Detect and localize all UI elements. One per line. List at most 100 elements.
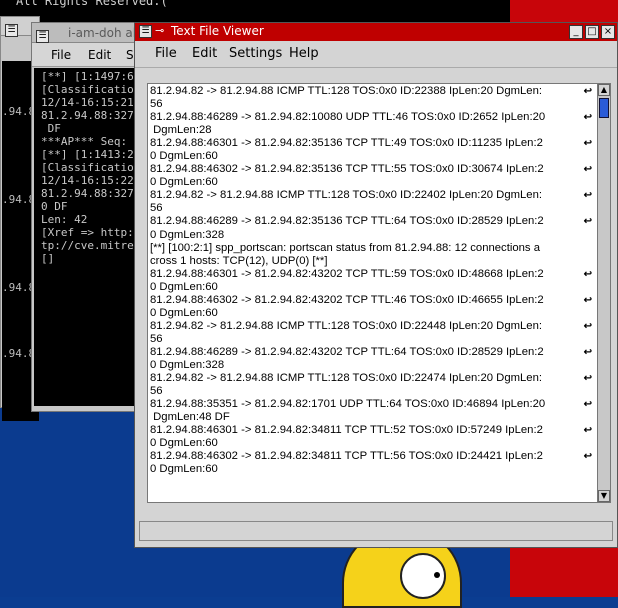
log-line: 81.2.94.82 -> 81.2.94.88 ICMP TTL:128 TO… xyxy=(150,85,598,98)
log-line: 81.2.94.82 -> 81.2.94.88 ICMP TTL:128 TO… xyxy=(150,319,598,333)
log-line-text: 0 DgmLen:60 xyxy=(150,150,218,163)
titlebar[interactable]: ☰ ⊸ Text File Viewer _ □ × xyxy=(135,23,617,41)
log-line-text: 0 DgmLen:328 xyxy=(150,358,225,371)
line-wrap-icon: ↩ xyxy=(583,86,592,97)
window-menu-icon[interactable]: ☰ xyxy=(5,24,18,37)
log-line: 56 xyxy=(150,202,598,215)
menu-help[interactable]: Help xyxy=(289,46,319,61)
log-line-text: 81.2.94.88:46289 -> 81.2.94.82:35136 TCP… xyxy=(150,215,544,228)
log-line-text: 0 DgmLen:60 xyxy=(150,437,218,450)
pin-icon[interactable]: ⊸ xyxy=(155,24,164,37)
log-line: 0 DgmLen:60 xyxy=(150,437,598,450)
terminal-line: [Xref => http: xyxy=(41,226,134,239)
status-bar xyxy=(139,521,613,541)
line-wrap-icon: ↩ xyxy=(583,190,592,202)
vertical-scrollbar[interactable]: ▲ ▼ xyxy=(597,83,611,503)
log-line: 56 xyxy=(150,332,598,346)
minimize-icon[interactable]: _ xyxy=(569,25,583,39)
line-wrap-icon: ↩ xyxy=(583,164,592,176)
terminal-line: 12/14-16:15:22 xyxy=(41,174,134,187)
log-line-text: 0 DgmLen:60 xyxy=(150,306,218,319)
menu-file[interactable]: File xyxy=(155,46,177,61)
middle-window-title: i-am-doh al xyxy=(68,26,137,40)
log-line-text: 0 DgmLen:328 xyxy=(150,228,225,241)
log-line: 81.2.94.88:46301 -> 81.2.94.82:35136 TCP… xyxy=(150,137,598,150)
menu-edit[interactable]: Edit xyxy=(192,46,217,61)
terminal-line: 12/14-16:15:21 xyxy=(41,96,134,109)
menu-file[interactable]: File xyxy=(51,48,71,62)
log-line-text: 81.2.94.88:46289 -> 81.2.94.82:10080 UDP… xyxy=(150,111,546,124)
terminal-line: [**] [1:1497:6 xyxy=(41,70,134,83)
log-line-text: 56 xyxy=(150,385,163,398)
line-wrap-icon: ↩ xyxy=(583,268,592,280)
log-line: 81.2.94.88:46302 -> 81.2.94.82:43202 TCP… xyxy=(150,293,598,307)
log-line: 81.2.94.88:35351 -> 81.2.94.82:1701 UDP … xyxy=(150,398,598,411)
log-line-text: 81.2.94.88:46301 -> 81.2.94.82:35136 TCP… xyxy=(150,137,543,150)
middle-terminal-window[interactable]: ☰ i-am-doh al File Edit S [**] [1:1497:6… xyxy=(31,22,143,412)
log-line: 81.2.94.88:46302 -> 81.2.94.82:35136 TCP… xyxy=(150,163,598,176)
line-wrap-icon: ↩ xyxy=(583,138,592,150)
line-wrap-icon: ↩ xyxy=(583,216,592,228)
log-line: 81.2.94.88:46302 -> 81.2.94.82:34811 TCP… xyxy=(150,450,598,463)
middle-terminal-titlebar[interactable]: ☰ i-am-doh al xyxy=(32,23,142,43)
window-controls: _ □ × xyxy=(569,25,615,39)
log-line-text: 81.2.94.82 -> 81.2.94.88 ICMP TTL:128 TO… xyxy=(150,372,542,385)
log-line: 56 xyxy=(150,98,598,111)
log-content: 81.2.94.82 -> 81.2.94.88 ICMP TTL:128 TO… xyxy=(150,85,598,476)
log-line: 0 DgmLen:60 xyxy=(150,463,598,476)
log-line-text: 81.2.94.88:46302 -> 81.2.94.82:35136 TCP… xyxy=(150,163,544,176)
terminal-line: [] xyxy=(41,252,55,265)
log-line: 0 DgmLen:60 xyxy=(150,306,598,320)
line-wrap-icon: ↩ xyxy=(583,346,592,358)
log-line: 81.2.94.88:46301 -> 81.2.94.82:34811 TCP… xyxy=(150,424,598,437)
terminal-line: DF xyxy=(41,122,61,135)
log-line-text: DgmLen:48 DF xyxy=(150,411,230,424)
log-line-text: [**] [100:2:1] spp_portscan: portscan st… xyxy=(150,241,540,254)
window-menu-icon[interactable]: ☰ xyxy=(36,30,49,43)
terminal-line: tp://cve.mitre xyxy=(41,239,134,252)
log-line: 0 DgmLen:60 xyxy=(150,150,598,163)
terminal-line: 81.2.94.88:327 xyxy=(41,187,134,200)
log-line-text: 81.2.94.88:46289 -> 81.2.94.82:43202 TCP… xyxy=(150,345,544,358)
log-line-text: 56 xyxy=(150,202,163,215)
log-line-text: 81.2.94.88:46302 -> 81.2.94.82:43202 TCP… xyxy=(150,293,544,306)
log-line: [**] [100:2:1] spp_portscan: portscan st… xyxy=(150,241,598,255)
log-line: 81.2.94.88:46289 -> 81.2.94.82:35136 TCP… xyxy=(150,215,598,228)
log-line: 0 DgmLen:60 xyxy=(150,176,598,189)
log-line-text: 56 xyxy=(150,332,163,345)
log-line: 81.2.94.88:46289 -> 81.2.94.82:43202 TCP… xyxy=(150,345,598,359)
log-line: cross 1 hosts: TCP(12), UDP(0) [**] xyxy=(150,255,598,268)
window-menu-icon[interactable]: ☰ xyxy=(139,25,152,38)
log-line: 81.2.94.88:46289 -> 81.2.94.82:10080 UDP… xyxy=(150,111,598,124)
close-icon[interactable]: × xyxy=(601,25,615,39)
scrollbar-thumb[interactable] xyxy=(599,98,609,118)
wallpaper-homer-pupil xyxy=(434,572,440,578)
log-line: 81.2.94.82 -> 81.2.94.88 ICMP TTL:128 TO… xyxy=(150,189,598,202)
log-line-text: 81.2.94.82 -> 81.2.94.88 ICMP TTL:128 TO… xyxy=(150,189,542,202)
scroll-up-icon[interactable]: ▲ xyxy=(598,84,610,96)
log-line-text: 81.2.94.82 -> 81.2.94.88 ICMP TTL:128 TO… xyxy=(150,319,542,332)
log-line: DgmLen:28 xyxy=(150,124,598,137)
line-wrap-icon: ↩ xyxy=(583,425,592,437)
line-wrap-icon: ↩ xyxy=(583,451,592,463)
log-line-text: 0 DgmLen:60 xyxy=(150,280,218,293)
menu-settings[interactable]: S xyxy=(126,48,134,62)
menu-edit[interactable]: Edit xyxy=(88,48,111,62)
text-file-viewer-window[interactable]: ☰ ⊸ Text File Viewer _ □ × File Edit Set… xyxy=(134,22,618,548)
terminal-line: [Classificatio xyxy=(41,161,134,174)
menubar: File Edit Settings Help xyxy=(135,41,617,68)
line-wrap-icon: ↩ xyxy=(583,399,592,411)
log-text-area[interactable]: 81.2.94.82 -> 81.2.94.88 ICMP TTL:128 TO… xyxy=(147,83,599,503)
scroll-down-icon[interactable]: ▼ xyxy=(598,490,610,502)
middle-terminal-output[interactable]: [**] [1:1497:6 [Classificatio 12/14-16:15:… xyxy=(34,68,142,406)
line-wrap-icon: ↩ xyxy=(583,373,592,385)
line-wrap-icon: ↩ xyxy=(583,320,592,332)
terminal-line: 81.2.94.88:327 xyxy=(41,109,134,122)
log-line: 81.2.94.82 -> 81.2.94.88 ICMP TTL:128 TO… xyxy=(150,372,598,385)
maximize-icon[interactable]: □ xyxy=(585,25,599,39)
terminal-line: [Classificatio xyxy=(41,83,134,96)
window-title: Text File Viewer xyxy=(171,24,264,38)
log-line: 0 DgmLen:328 xyxy=(150,358,598,372)
log-line-text: 81.2.94.82 -> 81.2.94.88 ICMP TTL:128 TO… xyxy=(150,85,542,97)
menu-settings[interactable]: Settings xyxy=(229,46,282,61)
